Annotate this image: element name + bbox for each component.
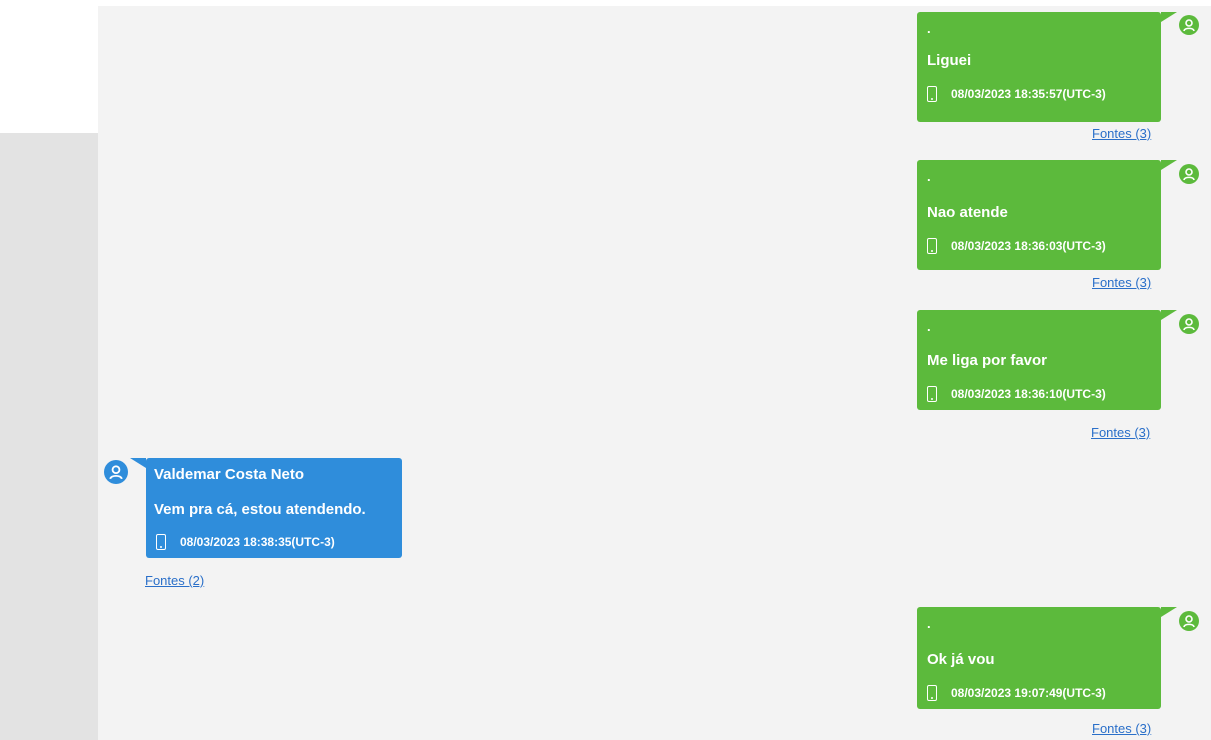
bubble-tail [130,458,146,468]
message-timestamp: 08/03/2023 18:36:03(UTC-3) [951,239,1106,253]
phone-icon [927,685,937,701]
phone-icon [156,534,166,550]
sender-name: . [927,319,931,334]
bubble-tail [1161,607,1177,617]
user-icon [1179,314,1199,334]
message-timestamp: 08/03/2023 18:38:35(UTC-3) [180,535,335,549]
message-meta: 08/03/2023 19:07:49(UTC-3) [927,683,1106,703]
chat-viewer: . Liguei 08/03/2023 18:35:57(UTC-3) Font… [0,0,1211,740]
message-text: Me liga por favor [927,352,1048,369]
bubble-tail [1161,12,1177,22]
side-panel-background [0,133,98,740]
message-text: Vem pra cá, estou atendendo. [154,501,366,518]
sources-link[interactable]: Fontes (3) [1092,275,1151,290]
sources-link[interactable]: Fontes (3) [1092,126,1151,141]
phone-icon [927,86,937,102]
phone-icon [927,386,937,402]
message-meta: 08/03/2023 18:36:10(UTC-3) [927,384,1106,404]
user-icon [104,460,128,484]
message-meta: 08/03/2023 18:38:35(UTC-3) [156,532,335,552]
bubble-tail [1161,160,1177,170]
sources-link[interactable]: Fontes (3) [1091,425,1150,440]
message-timestamp: 08/03/2023 18:36:10(UTC-3) [951,387,1106,401]
message-timestamp: 08/03/2023 19:07:49(UTC-3) [951,686,1106,700]
phone-icon [927,238,937,254]
sender-name: Valdemar Costa Neto [154,466,305,483]
bubble-tail [1161,310,1177,320]
sender-name: . [927,21,931,36]
message-timestamp: 08/03/2023 18:35:57(UTC-3) [951,87,1106,101]
message-meta: 08/03/2023 18:36:03(UTC-3) [927,236,1106,256]
message-bubble[interactable]: . Liguei 08/03/2023 18:35:57(UTC-3) [917,12,1161,122]
user-icon [1179,611,1199,631]
sender-name: . [927,616,931,631]
message-bubble[interactable]: . Nao atende 08/03/2023 18:36:03(UTC-3) [917,160,1161,270]
message-bubble[interactable]: Valdemar Costa Neto Vem pra cá, estou at… [146,458,402,558]
sources-link[interactable]: Fontes (2) [145,573,204,588]
message-text: Liguei [927,52,972,69]
user-icon [1179,15,1199,35]
message-text: Ok já vou [927,651,995,668]
sources-link[interactable]: Fontes (3) [1092,721,1151,736]
message-bubble[interactable]: . Ok já vou 08/03/2023 19:07:49(UTC-3) [917,607,1161,709]
message-meta: 08/03/2023 18:35:57(UTC-3) [927,84,1106,104]
message-text: Nao atende [927,204,1008,221]
sender-name: . [927,169,931,184]
user-icon [1179,164,1199,184]
message-bubble[interactable]: . Me liga por favor 08/03/2023 18:36:10(… [917,310,1161,410]
